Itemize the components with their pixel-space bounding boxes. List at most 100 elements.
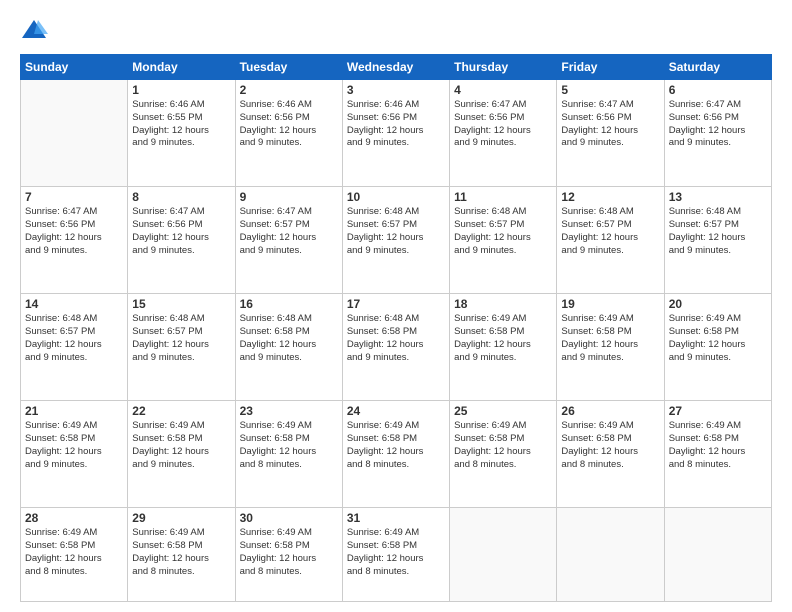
weekday-header-wednesday: Wednesday [342,55,449,80]
day-number: 4 [454,83,552,97]
calendar-cell: 8 Sunrise: 6:47 AMSunset: 6:56 PMDaylight… [128,187,235,294]
day-number: 13 [669,190,767,204]
cell-text: Sunrise: 6:49 AMSunset: 6:58 PMDaylight:… [240,527,338,578]
cell-text: Sunrise: 6:49 AMSunset: 6:58 PMDaylight:… [669,313,767,364]
cell-text: Sunrise: 6:49 AMSunset: 6:58 PMDaylight:… [669,420,767,471]
day-number: 9 [240,190,338,204]
weekday-header-saturday: Saturday [664,55,771,80]
day-number: 27 [669,404,767,418]
cell-text: Sunrise: 6:48 AMSunset: 6:58 PMDaylight:… [347,313,445,364]
calendar-cell: 12Sunrise: 6:48 AMSunset: 6:57 PMDayligh… [557,187,664,294]
day-number: 5 [561,83,659,97]
day-number: 19 [561,297,659,311]
day-number: 22 [132,404,230,418]
calendar-cell [664,508,771,602]
day-number: 1 [132,83,230,97]
cell-text: Sunrise: 6:49 AMSunset: 6:58 PMDaylight:… [132,420,230,471]
cell-text: Sunrise: 6:47 AMSunset: 6:56 PMDaylight:… [454,99,552,150]
calendar-cell: 11 Sunrise: 6:48 AMSunset: 6:57 PMDayligh… [450,187,557,294]
day-number: 12 [561,190,659,204]
cell-text: Sunrise: 6:46 AMSunset: 6:55 PMDaylight:… [132,99,230,150]
calendar-cell: 24 Sunrise: 6:49 AMSunset: 6:58 PMDayligh… [342,401,449,508]
calendar-cell: 6 Sunrise: 6:47 AMSunset: 6:56 PMDaylight… [664,80,771,187]
day-number: 25 [454,404,552,418]
day-number: 30 [240,511,338,525]
day-number: 8 [132,190,230,204]
weekday-header-thursday: Thursday [450,55,557,80]
cell-text: Sunrise: 6:49 AMSunset: 6:58 PMDaylight:… [561,420,659,471]
cell-text: Sunrise: 6:46 AMSunset: 6:56 PMDaylight:… [347,99,445,150]
calendar-cell: 18 Sunrise: 6:49 AMSunset: 6:58 PMDayligh… [450,294,557,401]
cell-text: Sunrise: 6:49 AMSunset: 6:58 PMDaylight:… [25,527,123,578]
day-number: 26 [561,404,659,418]
day-number: 15 [132,297,230,311]
weekday-header-tuesday: Tuesday [235,55,342,80]
cell-text: Sunrise: 6:49 AMSunset: 6:58 PMDaylight:… [561,313,659,364]
calendar-cell: 26 Sunrise: 6:49 AMSunset: 6:58 PMDayligh… [557,401,664,508]
day-number: 21 [25,404,123,418]
calendar-cell [21,80,128,187]
day-number: 24 [347,404,445,418]
calendar-cell: 25Sunrise: 6:49 AMSunset: 6:58 PMDayligh… [450,401,557,508]
header [20,16,772,44]
cell-text: Sunrise: 6:49 AMSunset: 6:58 PMDaylight:… [25,420,123,471]
cell-text: Sunrise: 6:48 AMSunset: 6:57 PMDaylight:… [454,206,552,257]
day-number: 31 [347,511,445,525]
calendar-cell: 2 Sunrise: 6:46 AMSunset: 6:56 PMDaylight… [235,80,342,187]
cell-text: Sunrise: 6:49 AMSunset: 6:58 PMDaylight:… [132,527,230,578]
cell-text: Sunrise: 6:47 AMSunset: 6:56 PMDaylight:… [132,206,230,257]
calendar-table: SundayMondayTuesdayWednesdayThursdayFrid… [20,54,772,602]
day-number: 23 [240,404,338,418]
calendar-cell: 15Sunrise: 6:48 AMSunset: 6:57 PMDayligh… [128,294,235,401]
logo-icon [20,16,48,44]
cell-text: Sunrise: 6:48 AMSunset: 6:58 PMDaylight:… [240,313,338,364]
cell-text: Sunrise: 6:49 AMSunset: 6:58 PMDaylight:… [347,420,445,471]
cell-text: Sunrise: 6:48 AMSunset: 6:57 PMDaylight:… [347,206,445,257]
day-number: 3 [347,83,445,97]
calendar-cell: 16 Sunrise: 6:48 AMSunset: 6:58 PMDayligh… [235,294,342,401]
calendar-week-row: 14 Sunrise: 6:48 AMSunset: 6:57 PMDayligh… [21,294,772,401]
day-number: 14 [25,297,123,311]
calendar-week-row: 21 Sunrise: 6:49 AMSunset: 6:58 PMDayligh… [21,401,772,508]
day-number: 18 [454,297,552,311]
calendar-cell: 17 Sunrise: 6:48 AMSunset: 6:58 PMDayligh… [342,294,449,401]
day-number: 10 [347,190,445,204]
cell-text: Sunrise: 6:48 AMSunset: 6:57 PMDaylight:… [669,206,767,257]
calendar-cell: 1 Sunrise: 6:46 AMSunset: 6:55 PMDaylight… [128,80,235,187]
calendar-cell: 27 Sunrise: 6:49 AMSunset: 6:58 PMDayligh… [664,401,771,508]
calendar-cell: 7Sunrise: 6:47 AMSunset: 6:56 PMDaylight… [21,187,128,294]
cell-text: Sunrise: 6:47 AMSunset: 6:57 PMDaylight:… [240,206,338,257]
calendar-cell: 20Sunrise: 6:49 AMSunset: 6:58 PMDayligh… [664,294,771,401]
day-number: 29 [132,511,230,525]
day-number: 16 [240,297,338,311]
calendar-cell: 10 Sunrise: 6:48 AMSunset: 6:57 PMDayligh… [342,187,449,294]
cell-text: Sunrise: 6:47 AMSunset: 6:56 PMDaylight:… [561,99,659,150]
day-number: 6 [669,83,767,97]
calendar-cell: 22 Sunrise: 6:49 AMSunset: 6:58 PMDayligh… [128,401,235,508]
cell-text: Sunrise: 6:49 AMSunset: 6:58 PMDaylight:… [240,420,338,471]
calendar-cell [557,508,664,602]
calendar-cell [450,508,557,602]
calendar-cell: 21 Sunrise: 6:49 AMSunset: 6:58 PMDayligh… [21,401,128,508]
calendar-cell: 14 Sunrise: 6:48 AMSunset: 6:57 PMDayligh… [21,294,128,401]
calendar-cell: 4 Sunrise: 6:47 AMSunset: 6:56 PMDaylight… [450,80,557,187]
cell-text: Sunrise: 6:46 AMSunset: 6:56 PMDaylight:… [240,99,338,150]
cell-text: Sunrise: 6:49 AMSunset: 6:58 PMDaylight:… [454,313,552,364]
logo [20,16,52,44]
cell-text: Sunrise: 6:48 AMSunset: 6:57 PMDaylight:… [25,313,123,364]
day-number: 2 [240,83,338,97]
calendar-cell: 31Sunrise: 6:49 AMSunset: 6:58 PMDayligh… [342,508,449,602]
page: SundayMondayTuesdayWednesdayThursdayFrid… [0,0,792,612]
calendar-cell: 30 Sunrise: 6:49 AMSunset: 6:58 PMDayligh… [235,508,342,602]
calendar-cell: 5 Sunrise: 6:47 AMSunset: 6:56 PMDaylight… [557,80,664,187]
calendar-cell: 3 Sunrise: 6:46 AMSunset: 6:56 PMDaylight… [342,80,449,187]
day-number: 28 [25,511,123,525]
calendar-week-row: 7Sunrise: 6:47 AMSunset: 6:56 PMDaylight… [21,187,772,294]
cell-text: Sunrise: 6:47 AMSunset: 6:56 PMDaylight:… [25,206,123,257]
day-number: 17 [347,297,445,311]
calendar-cell: 13 Sunrise: 6:48 AMSunset: 6:57 PMDayligh… [664,187,771,294]
weekday-header-friday: Friday [557,55,664,80]
day-number: 11 [454,190,552,204]
cell-text: Sunrise: 6:47 AMSunset: 6:56 PMDaylight:… [669,99,767,150]
weekday-header-sunday: Sunday [21,55,128,80]
